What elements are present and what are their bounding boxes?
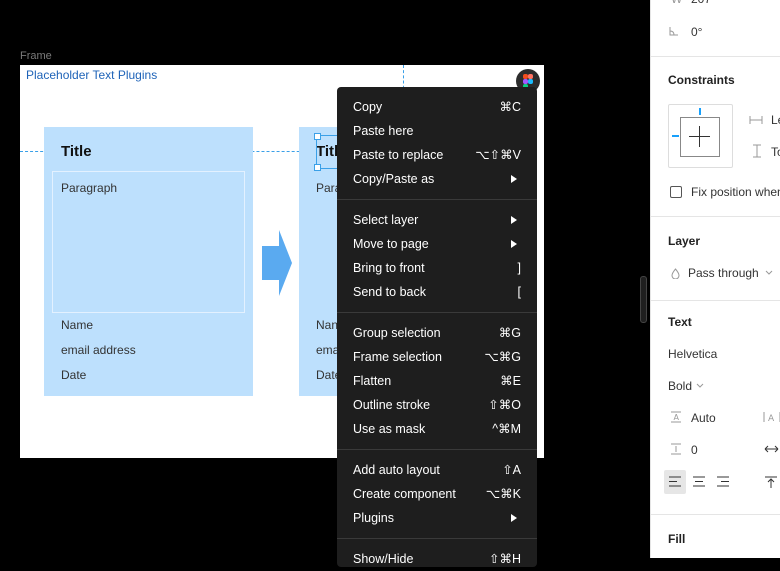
blend-mode-dropdown[interactable]: Pass through [688,266,759,280]
properties-panel: W 207 0° Constraints Le To Fix position … [650,0,780,558]
card-name[interactable]: Name [61,318,93,332]
menu-item-send-to-back[interactable]: Send to back[ [337,280,537,304]
line-height-value[interactable]: Auto [691,411,716,425]
menu-divider [337,312,537,313]
submenu-arrow-icon [511,240,517,248]
scrollbar[interactable] [640,276,647,323]
card-copy-email[interactable]: ema [316,343,339,357]
align-left-icon[interactable] [669,476,681,487]
align-top-icon[interactable] [765,476,777,488]
arrow-shape[interactable] [262,230,292,296]
line-height-icon: A [671,411,681,423]
menu-item-select-layer[interactable]: Select layer [337,208,537,232]
align-center-icon[interactable] [693,476,705,487]
svg-text:A: A [674,413,680,422]
selection-handle[interactable] [314,133,321,140]
menu-item-outline-stroke[interactable]: Outline stroke ⇧⌘O [337,393,537,417]
menu-item-paste-to-replace[interactable]: Paste to replace ⌥⇧⌘V [337,143,537,167]
card-date[interactable]: Date [61,368,86,382]
rotation-icon [669,27,678,36]
font-weight-dropdown[interactable]: Bold [668,379,692,393]
card-title[interactable]: Title [61,143,92,160]
menu-item-copy[interactable]: Copy ⌘C [337,95,537,119]
panel-divider [651,216,780,217]
vertical-constraint-icon [753,144,761,158]
chevron-down-icon[interactable] [696,383,704,388]
constraints-heading: Constraints [668,73,735,87]
frame-label[interactable]: Frame [20,50,52,62]
selection-handle[interactable] [314,164,321,171]
frame-title[interactable]: Placeholder Text Plugins [26,68,157,82]
svg-text:A: A [768,414,775,423]
card-paragraph-box[interactable]: Paragraph [52,171,245,313]
menu-item-copy-paste-as[interactable]: Copy/Paste as [337,167,537,191]
align-right-icon[interactable] [717,476,729,487]
menu-item-flatten[interactable]: Flatten ⌘E [337,369,537,393]
menu-item-bring-to-front[interactable]: Bring to front] [337,256,537,280]
layer-heading: Layer [668,234,701,248]
panel-divider [651,514,780,515]
menu-divider [337,449,537,450]
letter-spacing-icon: A [763,412,780,423]
constraint-left-active[interactable] [672,135,679,137]
fill-heading: Fill [668,532,686,546]
menu-item-show-hide[interactable]: Show/Hide ⇧⌘H [337,547,537,571]
chevron-down-icon[interactable] [765,270,773,275]
paragraph-spacing-icon [671,443,681,455]
canvas[interactable]: Frame Placeholder Text Plugins Title Par… [0,0,650,558]
submenu-arrow-icon [511,514,517,522]
menu-item-plugins[interactable]: Plugins [337,506,537,530]
width-value[interactable]: 207 [691,0,711,6]
text-heading: Text [668,315,692,329]
font-family-dropdown[interactable]: Helvetica [668,347,717,361]
submenu-arrow-icon [511,216,517,224]
menu-item-use-as-mask[interactable]: Use as mask ^⌘M [337,417,537,441]
context-menu: Copy ⌘C Paste here Paste to replace ⌥⇧⌘V C… [337,87,537,567]
constraint-inner-box [680,117,720,157]
menu-item-frame-selection[interactable]: Frame selection ⌥⌘G [337,345,537,369]
menu-item-add-auto-layout[interactable]: Add auto layout ⇧A [337,458,537,482]
constraint-top-active[interactable] [699,108,701,115]
card-copy-name[interactable]: Nan [316,318,338,332]
panel-divider [651,56,780,57]
constraint-horizontal-value[interactable]: Le [771,113,780,127]
rotation-value[interactable]: 0° [691,25,702,39]
menu-divider [337,199,537,200]
card-original[interactable]: Title Paragraph Name email address Date [44,127,253,396]
menu-item-create-component[interactable]: Create component ⌥⌘K [337,482,537,506]
card-paragraph[interactable]: Paragraph [61,181,117,195]
fix-position-checkbox[interactable] [670,186,682,198]
menu-item-move-to-page[interactable]: Move to page [337,232,537,256]
fix-position-label: Fix position when [691,185,780,199]
menu-item-group-selection[interactable]: Group selection ⌘G [337,321,537,345]
menu-divider [337,538,537,539]
width-label: W [671,0,682,6]
blend-mode-icon [671,268,680,279]
constraint-vertical-value[interactable]: To [771,145,780,159]
submenu-arrow-icon [511,175,517,183]
constraint-widget[interactable] [668,104,733,168]
menu-item-paste-here[interactable]: Paste here [337,119,537,143]
auto-width-icon[interactable] [764,444,779,454]
card-email[interactable]: email address [61,343,136,357]
panel-divider [651,300,780,301]
horizontal-constraint-icon [749,116,763,124]
paragraph-spacing-value[interactable]: 0 [691,443,698,457]
